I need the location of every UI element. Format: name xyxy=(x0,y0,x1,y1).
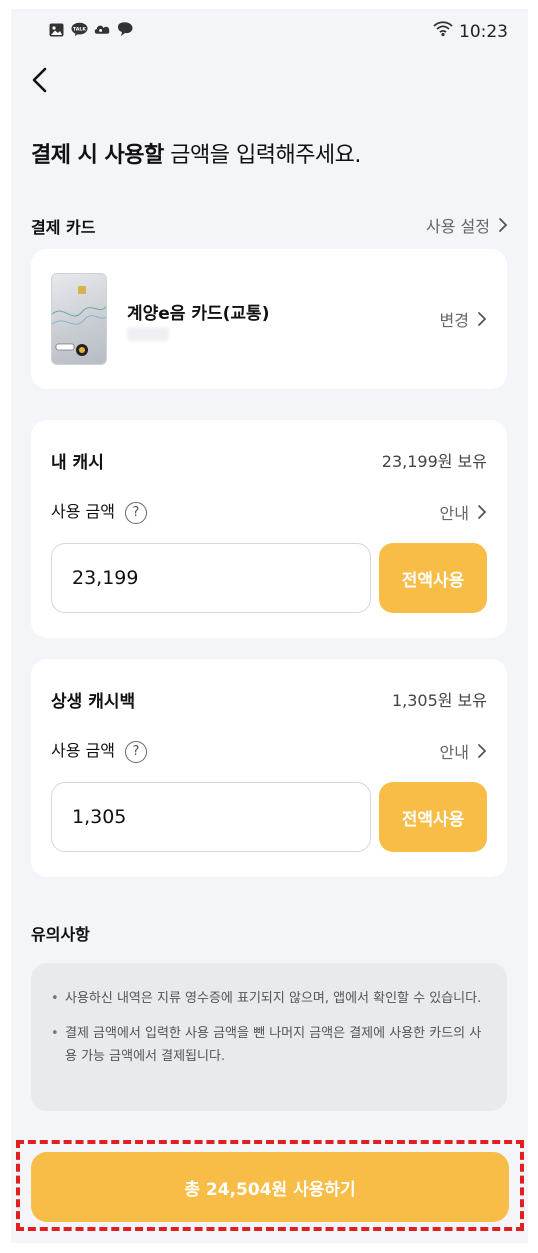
page-title-bold: 결제 시 사용할 xyxy=(31,143,164,168)
cashback-panel: 상생 캐시백 1,305원 보유 사용 금액? 안내 1,305 전액사용 xyxy=(31,659,507,877)
settings-link-label: 사용 설정 xyxy=(426,217,490,236)
card-number-masked xyxy=(127,327,169,341)
wifi-icon xyxy=(433,21,453,42)
card-name: 계양e음 카드(교통) xyxy=(127,304,270,324)
my-cash-amount-label-row: 사용 금액? xyxy=(51,498,147,524)
page-title-rest: 금액을 입력해주세요. xyxy=(163,143,361,168)
settings-link[interactable]: 사용 설정 xyxy=(426,213,508,237)
chevron-right-icon xyxy=(478,312,487,326)
card-image xyxy=(51,273,107,365)
notes-box: 사용하신 내역은 지류 영수증에 표기되지 않으며, 앱에서 확인할 수 있습니… xyxy=(31,963,507,1111)
change-card-label: 변경 xyxy=(439,311,469,330)
my-cash-title: 내 캐시 xyxy=(51,453,104,473)
chevron-right-icon xyxy=(499,218,508,232)
help-icon[interactable]: ? xyxy=(124,501,147,524)
chevron-right-icon xyxy=(478,744,487,758)
app-screen: TALK 10:23 결제 시 사용할 금액을 입력해주세요. 결제 카드 사용… xyxy=(11,9,528,1243)
my-cash-info-label: 안내 xyxy=(439,504,469,523)
payment-card-label: 결제 카드 xyxy=(31,218,96,237)
status-time: 10:23 xyxy=(459,21,508,42)
cashback-info-link[interactable]: 안내 xyxy=(440,739,487,763)
my-cash-panel: 내 캐시 23,199원 보유 사용 금액? 안내 23,199 전액사용 xyxy=(31,420,507,638)
status-bar: TALK 10:23 xyxy=(11,9,528,55)
talk-text: TALK xyxy=(73,26,87,32)
my-cash-balance: 23,199원 보유 xyxy=(381,452,487,471)
cashback-amount-input[interactable]: 1,305 xyxy=(51,782,371,852)
cashback-amount-label: 사용 금액 xyxy=(51,741,115,760)
payment-card-panel: 계양e음 카드(교통) 변경 xyxy=(31,249,507,389)
chat-icon xyxy=(117,22,134,37)
gallery-icon xyxy=(48,22,65,37)
my-cash-use-all-button[interactable]: 전액사용 xyxy=(379,543,487,613)
confirm-use-button[interactable]: 총 24,504원 사용하기 xyxy=(31,1152,509,1222)
help-icon[interactable]: ? xyxy=(124,740,147,763)
note-item: 결제 금액에서 입력한 사용 금액을 뺀 나머지 금액은 결제에 사용한 카드의… xyxy=(51,1022,487,1068)
my-cash-amount-input[interactable]: 23,199 xyxy=(51,543,371,613)
status-right: 10:23 xyxy=(433,21,508,42)
page-title: 결제 시 사용할 금액을 입력해주세요. xyxy=(31,137,361,169)
my-cash-amount-label: 사용 금액 xyxy=(51,502,115,521)
my-cash-info-link[interactable]: 안내 xyxy=(440,500,487,524)
cashback-balance: 1,305원 보유 xyxy=(391,691,487,710)
chevron-right-icon xyxy=(478,505,487,519)
back-button[interactable] xyxy=(25,65,55,95)
change-card-button[interactable]: 변경 xyxy=(440,307,487,331)
notes-title: 유의사항 xyxy=(31,925,90,944)
cashback-info-label: 안내 xyxy=(439,743,469,762)
note-item: 사용하신 내역은 지류 영수증에 표기되지 않으며, 앱에서 확인할 수 있습니… xyxy=(51,987,487,1010)
chevron-left-icon xyxy=(32,67,47,93)
kakaotalk-icon: TALK xyxy=(71,22,88,37)
notification-icons: TALK xyxy=(48,22,134,37)
cashback-use-all-button[interactable]: 전액사용 xyxy=(379,782,487,852)
cashback-title: 상생 캐시백 xyxy=(51,692,136,712)
cashback-amount-label-row: 사용 금액? xyxy=(51,737,147,763)
cloud-app-icon xyxy=(94,22,111,37)
